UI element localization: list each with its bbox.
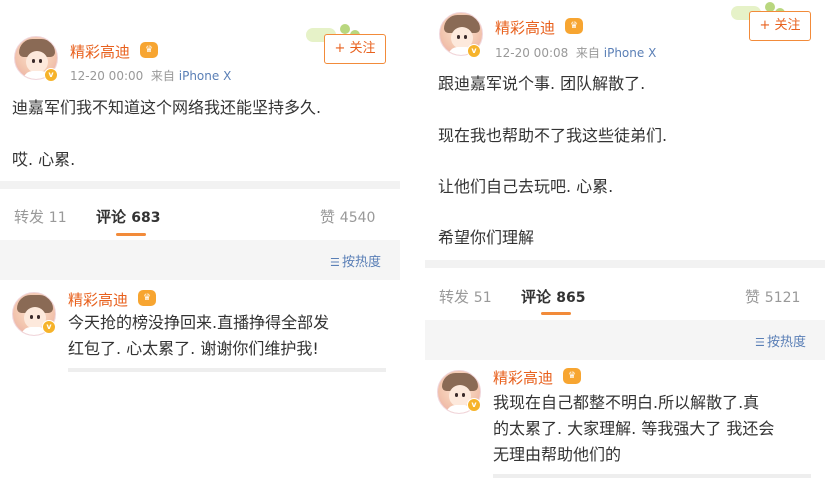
follow-button[interactable]: + 关注 [749,11,811,41]
verified-v-icon: v [44,68,58,82]
sort-lines-icon: ☰ [755,336,765,349]
post-source[interactable]: iPhone X [179,69,232,83]
verified-v-icon: v [42,320,56,334]
post-action-tabs: 转发 51 评论 865 赞 5121 [425,268,825,318]
post-meta: 12-20 00:00 来自 iPhone X [70,67,231,84]
comment-author-name[interactable]: 精彩高迪 [68,289,128,310]
post-meta: 12-20 00:08 来自 iPhone X [495,44,656,61]
sort-by-hot-button[interactable]: ☰ 按热度 [755,331,806,350]
verified-v-icon: v [467,398,481,412]
crown-level-icon: ♛ [563,368,581,384]
crown-level-icon: ♛ [140,42,158,58]
active-tab-indicator [541,312,571,315]
sort-bar: ☰ 按热度 [425,320,825,360]
post-action-tabs: 转发 11 评论 683 赞 4540 [0,190,400,240]
post-body-line: 希望你们理解 [438,228,535,247]
section-divider [0,181,400,189]
post-body-line: 迪嘉军们我不知道这个网络我还能坚持多久. [12,98,322,117]
post-body-line: 哎. 心累. [12,150,76,169]
post-body-line: 跟迪嘉军说个事. 团队解散了. [438,74,646,93]
comment-text-line: 无理由帮助他们的 [493,445,622,464]
comment-text-line: 红包了. 心太累了. 谢谢你们维护我! [68,339,319,358]
tab-comments[interactable]: 评论 683 [96,206,160,227]
post-body-line: 现在我也帮助不了我这些徒弟们. [438,126,668,145]
post-source[interactable]: iPhone X [604,46,657,60]
reply-area-divider [68,368,386,372]
from-label: 来自 [575,46,600,60]
reply-area-divider [493,474,811,478]
active-tab-indicator [116,233,146,236]
tab-comments[interactable]: 评论 865 [521,286,585,307]
tab-likes[interactable]: 赞 5121 [745,286,800,307]
sort-by-hot-button[interactable]: ☰ 按热度 [330,251,381,270]
follow-button[interactable]: + 关注 [324,34,386,64]
verified-v-icon: v [467,44,481,58]
post-body-line: 让他们自己去玩吧. 心累. [438,177,614,196]
post-header: v 精彩高迪 ♛ 12-20 00:00 来自 iPhone X + 关注 [0,0,400,90]
comment-text-line: 今天抢的榜没挣回来.直播挣得全部发 [68,313,330,332]
author-name[interactable]: 精彩高迪 [495,17,555,38]
comment-author-name[interactable]: 精彩高迪 [493,367,553,388]
comment-text-line: 我现在自己都整不明白.所以解散了.真 [493,393,760,412]
post-time: 12-20 00:00 [70,69,144,83]
from-label: 来自 [150,69,175,83]
tab-repost[interactable]: 转发 51 [439,286,492,307]
tab-likes[interactable]: 赞 4540 [320,206,375,227]
author-name[interactable]: 精彩高迪 [70,41,130,62]
comment-text-line: 的太累了. 大家理解. 等我强大了 我还会 [493,419,775,438]
tab-repost[interactable]: 转发 11 [14,206,67,227]
crown-level-icon: ♛ [565,18,583,34]
left-post-panel: v 精彩高迪 ♛ 12-20 00:00 来自 iPhone X + 关注 迪嘉… [0,0,400,481]
crown-level-icon: ♛ [138,290,156,306]
section-divider [425,260,825,268]
sort-lines-icon: ☰ [330,256,340,269]
sort-bar: ☰ 按热度 [0,240,400,280]
right-post-panel: v 精彩高迪 ♛ 12-20 00:08 来自 iPhone X + 关注 跟迪… [425,0,825,481]
post-time: 12-20 00:08 [495,46,569,60]
